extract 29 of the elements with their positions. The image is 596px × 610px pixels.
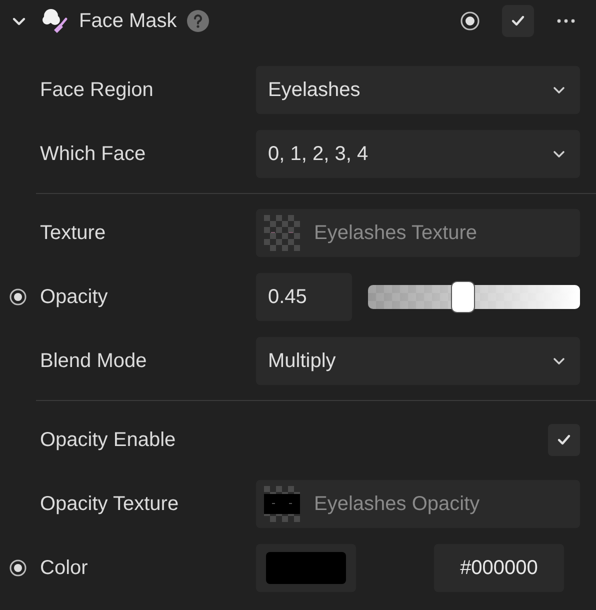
dropdown[interactable]: Multiply	[256, 337, 580, 385]
checkbox[interactable]	[548, 424, 580, 456]
texture-thumbnail-icon	[264, 486, 300, 522]
keyframe-icon[interactable]	[9, 559, 27, 577]
keyframe-icon[interactable]	[9, 288, 27, 306]
dropdown[interactable]: Eyelashes	[256, 66, 580, 114]
field-label: Opacity Texture	[40, 492, 180, 517]
field-label: Texture	[40, 221, 107, 246]
field-label: Color	[40, 556, 89, 581]
panel-title: Face Mask	[79, 9, 177, 34]
field-label: Blend Mode	[40, 349, 148, 374]
face-brush-icon	[40, 6, 70, 36]
texture-picker[interactable]: Eyelashes Texture	[256, 209, 580, 257]
field-label: Face Region	[40, 78, 154, 103]
field-label: Opacity Enable	[40, 428, 177, 453]
texture-picker[interactable]: Eyelashes Opacity	[256, 480, 580, 528]
slider-thumb[interactable]	[451, 281, 476, 313]
checkmark-icon	[558, 434, 570, 445]
hex-field[interactable]: #000000	[434, 544, 564, 592]
field-label: Opacity	[40, 285, 109, 310]
color-swatch[interactable]	[256, 544, 356, 592]
texture-thumbnail-icon	[264, 215, 300, 251]
checkmark-icon	[512, 16, 524, 26]
number-field[interactable]: 0.45	[256, 273, 352, 321]
enable-checkbox[interactable]	[502, 5, 534, 37]
keyframe-icon[interactable]	[460, 11, 480, 31]
field-label: Which Face	[40, 142, 147, 167]
help-icon[interactable]	[186, 10, 209, 32]
dropdown[interactable]: 0, 1, 2, 3, 4	[256, 130, 580, 178]
